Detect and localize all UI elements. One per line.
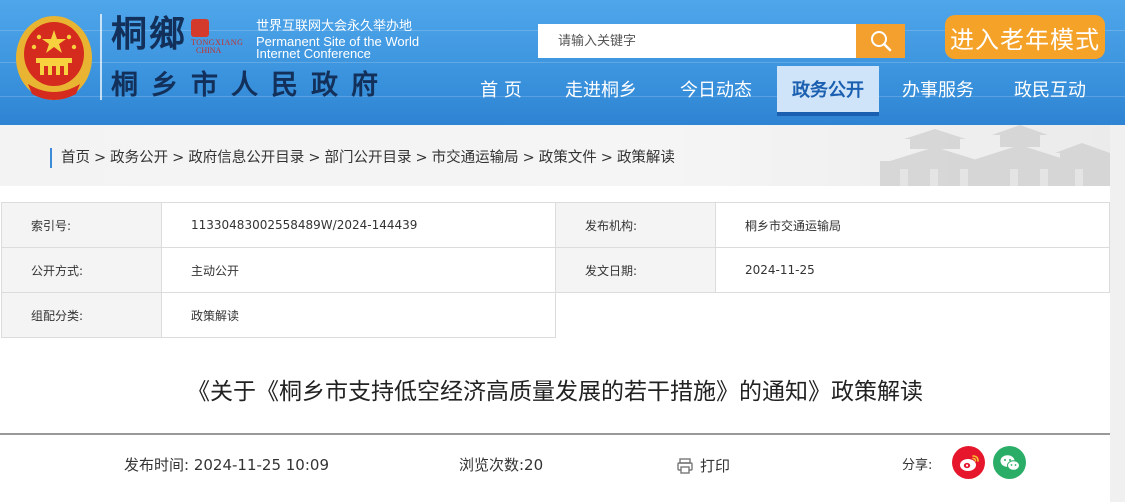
logo-seal-icon <box>191 19 209 37</box>
index-value: 11330483002558489W/2024-144439 <box>161 202 556 248</box>
header-texture-line <box>0 62 1125 63</box>
breadcrumb-separator: > <box>94 150 107 166</box>
breadcrumb-item-home[interactable]: 首页 <box>61 148 90 168</box>
document-info-table: 索引号: 11330483002558489W/2024-144439 发布机构… <box>1 202 1110 338</box>
table-row: 公开方式: 主动公开 发文日期: 2024-11-25 <box>1 247 1110 293</box>
header-divider <box>100 14 102 100</box>
print-label: 打印 <box>700 457 731 475</box>
title-divider <box>0 433 1110 435</box>
breadcrumb-item-info-directory[interactable]: 政府信息公开目录 <box>188 148 304 168</box>
breadcrumb-accent <box>50 148 52 168</box>
wic-en-text: Internet Conference <box>256 46 371 61</box>
breadcrumb-separator: > <box>308 150 321 166</box>
index-label: 索引号: <box>1 202 162 248</box>
breadcrumb: 首页 > 政务公开 > 政府信息公开目录 > 部门公开目录 > 市交通运输局 > 政策文件… <box>61 148 675 168</box>
page-scrollbar[interactable] <box>1110 125 1125 502</box>
nav-item-gov-affairs[interactable]: 政务公开 <box>777 66 879 116</box>
table-empty-cell <box>555 292 1110 338</box>
wic-cn-text: 世界互联网大会永久举办地 <box>256 19 413 34</box>
nav-item-interaction[interactable]: 政民互动 <box>997 66 1103 112</box>
share-weibo-button[interactable] <box>952 446 985 479</box>
nav-item-home[interactable]: 首 页 <box>455 66 547 112</box>
breadcrumb-item-policy-docs[interactable]: 政策文件 <box>539 148 597 168</box>
elder-mode-button[interactable]: 进入老年模式 <box>945 15 1105 59</box>
breadcrumb-separator: > <box>600 150 613 166</box>
breadcrumb-item-policy-interpretation[interactable]: 政策解读 <box>617 148 675 168</box>
search-button[interactable] <box>856 24 905 58</box>
print-button[interactable]: 打印 <box>676 455 730 476</box>
issuer-label: 发布机构: <box>555 202 716 248</box>
site-title: 桐乡市人民政府 <box>111 70 391 101</box>
nav-item-about[interactable]: 走进桐乡 <box>547 66 655 112</box>
view-count: 浏览次数:20 <box>459 456 544 474</box>
main-nav: 首 页 走进桐乡 今日动态 政务公开 办事服务 政民互动 <box>455 66 1103 116</box>
logo-en-text: CHINA <box>196 46 222 55</box>
article-title: 《关于《桐乡市支持低空经济高质量发展的若干措施》的通知》政策解读 <box>187 379 923 405</box>
national-emblem-icon <box>16 16 92 100</box>
wechat-icon <box>1000 454 1020 471</box>
issuer-value: 桐乡市交通运输局 <box>715 202 1110 248</box>
weibo-icon <box>959 454 979 471</box>
publish-time: 发布时间: 2024-11-25 10:09 <box>124 456 329 474</box>
breadcrumb-item-transport-bureau[interactable]: 市交通运输局 <box>432 148 519 168</box>
printer-icon <box>677 457 693 474</box>
search-input[interactable] <box>538 24 856 58</box>
nav-item-news[interactable]: 今日动态 <box>655 66 777 112</box>
breadcrumb-banner: 首页 > 政务公开 > 政府信息公开目录 > 部门公开目录 > 市交通运输局 > 政策文件… <box>0 125 1110 186</box>
nav-item-services[interactable]: 办事服务 <box>879 66 997 112</box>
search-icon <box>870 31 891 52</box>
date-label: 发文日期: <box>555 247 716 293</box>
share-wechat-button[interactable] <box>993 446 1026 479</box>
mode-value: 主动公开 <box>161 247 556 293</box>
date-value: 2024-11-25 <box>715 247 1110 293</box>
share-label: 分享: <box>902 458 933 473</box>
table-row: 索引号: 11330483002558489W/2024-144439 发布机构… <box>1 202 1110 248</box>
breadcrumb-separator: > <box>522 150 535 166</box>
breadcrumb-item-gov-affairs[interactable]: 政务公开 <box>110 148 168 168</box>
table-row: 组配分类: 政策解读 <box>1 292 1110 338</box>
banner-architecture-art <box>880 125 1110 186</box>
breadcrumb-separator: > <box>172 150 185 166</box>
breadcrumb-separator: > <box>415 150 428 166</box>
category-label: 组配分类: <box>1 292 162 338</box>
category-value: 政策解读 <box>161 292 556 338</box>
breadcrumb-item-dept-directory[interactable]: 部门公开目录 <box>324 148 411 168</box>
site-header: 桐鄉 TONGXIANG CHINA 世界互联网大会永久举办地 Permanen… <box>0 0 1125 125</box>
logo-calligraphy: 桐鄉 <box>111 13 188 55</box>
mode-label: 公开方式: <box>1 247 162 293</box>
